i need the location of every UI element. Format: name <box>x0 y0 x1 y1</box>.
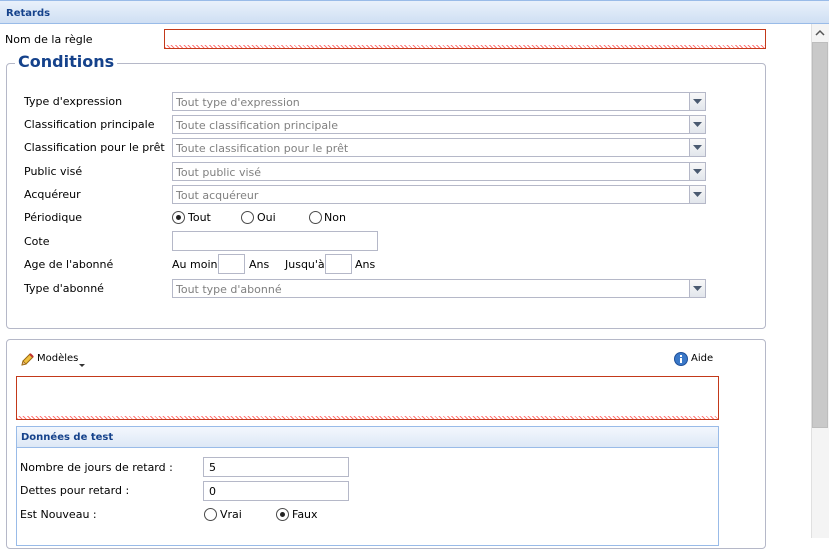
expression-type-value: Tout type d'expression <box>176 96 300 109</box>
chevron-down-icon[interactable] <box>689 93 705 110</box>
age-min-input[interactable] <box>218 254 245 274</box>
scroll-up-icon[interactable] <box>813 26 827 40</box>
is-new-option-true: Vrai <box>220 508 242 521</box>
loan-classification-select[interactable]: Toute classification pour le prêt <box>172 138 706 157</box>
days-late-value: 5 <box>209 461 216 474</box>
pencil-icon <box>19 352 35 371</box>
periodical-option-no: Non <box>324 211 346 224</box>
age-max-input[interactable] <box>325 254 352 274</box>
scrollbar-thumb[interactable] <box>812 42 828 428</box>
panel-title: Retards <box>6 8 51 19</box>
help-label: Aide <box>691 353 714 364</box>
call-number-label: Cote <box>24 235 50 248</box>
expression-type-select[interactable]: Tout type d'expression <box>172 92 706 111</box>
subscriber-type-value: Tout type d'abonné <box>176 283 282 296</box>
audience-select[interactable]: Tout public visé <box>172 162 706 181</box>
main-classification-select[interactable]: Toute classification principale <box>172 115 706 134</box>
conditions-legend: Conditions <box>15 52 118 71</box>
periodical-radio-all[interactable] <box>172 211 185 224</box>
periodical-radio-yes[interactable] <box>241 211 254 224</box>
days-late-label: Nombre de jours de retard : <box>20 461 173 474</box>
subscriber-type-label: Type d'abonné <box>24 282 104 295</box>
acquirer-value: Tout acquéreur <box>176 189 259 202</box>
chevron-down-icon[interactable] <box>689 163 705 180</box>
age-max-label: Jusqu'à <box>285 258 325 271</box>
templates-menu-button[interactable]: Modèles <box>19 352 85 368</box>
is-new-radio-true[interactable] <box>204 508 217 521</box>
templates-label: Modèles <box>37 353 79 364</box>
test-data-title: Données de test <box>21 432 114 443</box>
age-min-label: Au moins <box>172 258 224 271</box>
chevron-down-icon[interactable] <box>689 116 705 133</box>
expression-textarea[interactable] <box>16 376 719 420</box>
late-debt-input[interactable]: 0 <box>203 481 349 501</box>
main-classification-label: Classification principale <box>24 118 155 131</box>
periodical-option-all: Tout <box>188 211 211 224</box>
days-late-input[interactable]: 5 <box>203 457 349 477</box>
periodical-option-yes: Oui <box>257 211 276 224</box>
acquirer-select[interactable]: Tout acquéreur <box>172 185 706 204</box>
age-min-unit: Ans <box>249 258 270 271</box>
help-button[interactable]: Aide <box>674 352 718 368</box>
loan-classification-label: Classification pour le prêt <box>24 141 165 154</box>
audience-label: Public visé <box>24 165 83 178</box>
chevron-down-icon[interactable] <box>689 139 705 156</box>
periodical-label: Périodique <box>24 211 83 224</box>
is-new-option-false: Faux <box>292 508 318 521</box>
is-new-radio-false[interactable] <box>276 508 289 521</box>
expression-type-label: Type d'expression <box>24 95 123 108</box>
caret-down-icon <box>79 358 85 371</box>
late-debt-value: 0 <box>209 485 216 498</box>
call-number-input[interactable] <box>172 231 378 251</box>
panel-header <box>0 0 829 24</box>
main-classification-value: Toute classification principale <box>176 119 338 132</box>
subscriber-type-select[interactable]: Tout type d'abonné <box>172 279 706 298</box>
rule-name-input[interactable] <box>164 29 766 49</box>
age-max-unit: Ans <box>355 258 376 271</box>
acquirer-label: Acquéreur <box>24 188 81 201</box>
late-debt-label: Dettes pour retard : <box>20 484 130 497</box>
periodical-radio-no[interactable] <box>309 211 322 224</box>
test-data-header <box>17 427 718 448</box>
rule-name-label: Nom de la règle <box>5 33 93 46</box>
is-new-label: Est Nouveau : <box>20 508 97 521</box>
loan-classification-value: Toute classification pour le prêt <box>176 142 349 155</box>
info-icon <box>674 352 688 369</box>
audience-value: Tout public visé <box>176 166 262 179</box>
chevron-down-icon[interactable] <box>689 280 705 297</box>
chevron-down-icon[interactable] <box>689 186 705 203</box>
age-label: Age de l'abonné <box>24 258 114 271</box>
